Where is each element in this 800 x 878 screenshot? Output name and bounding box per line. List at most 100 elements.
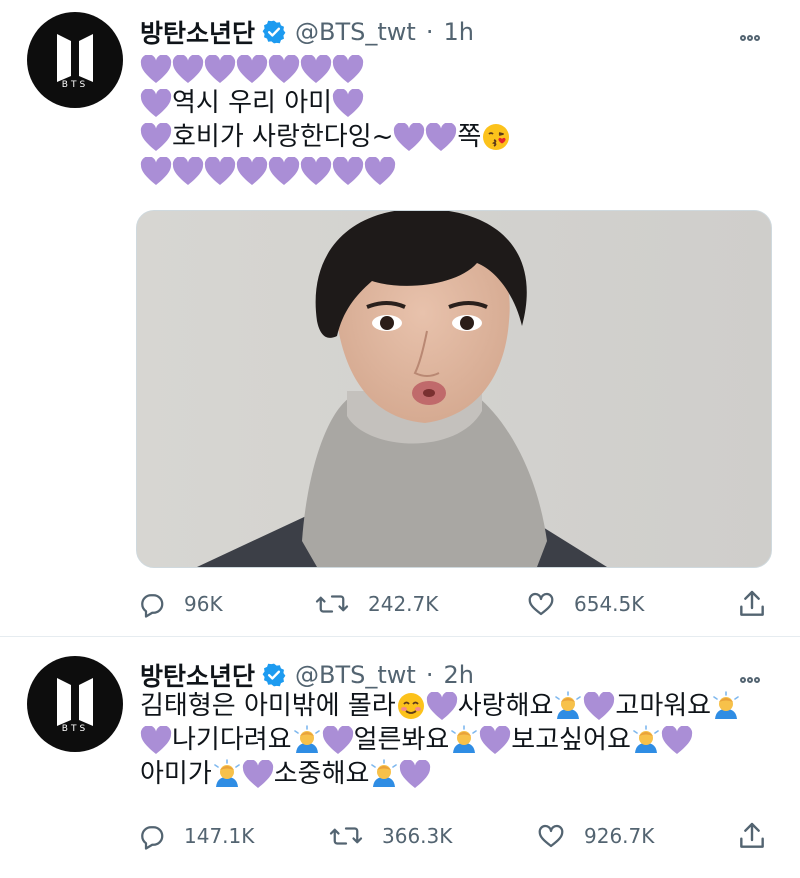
purple-heart-icon (140, 156, 172, 186)
tweet-text: 역시 우리 아미 호비가 사랑한다잉~ 쪽 (140, 52, 780, 188)
purple-heart-icon (332, 54, 364, 84)
text-segment: 사랑해요 (457, 691, 554, 721)
tweet-1[interactable]: BTS 방탄소년단 @BTS_twt · 1h 역시 우리 아미 호비가 사랑한… (0, 0, 800, 636)
tweet-text: 김태형은 아미밖에 몰라 사랑해요 고마워요 나기다려요 얼른봐요 보고싶어요 … (140, 689, 780, 791)
purple-heart-icon (172, 156, 204, 186)
purple-heart-icon (425, 122, 457, 152)
text-segment: 소중해요 (273, 759, 370, 789)
purple-heart-icon (268, 54, 300, 84)
avatar-label: BTS (61, 80, 89, 90)
purple-heart-icon (236, 156, 268, 186)
tweet-time[interactable]: 2h (443, 661, 473, 689)
purple-heart-icon (661, 725, 693, 755)
avatar[interactable]: BTS (27, 656, 123, 752)
person-bowing-icon (631, 725, 661, 755)
person-bowing-icon (212, 759, 242, 789)
purple-heart-icon (172, 54, 204, 84)
purple-heart-icon (268, 156, 300, 186)
tweet-actions: 96K 242.7K 654.5K (136, 589, 776, 619)
purple-heart-icon (393, 122, 425, 152)
retweet-button[interactable]: 242.7K (314, 589, 438, 619)
reply-count: 147.1K (184, 824, 255, 848)
reply-button[interactable]: 147.1K (136, 821, 254, 851)
like-icon (528, 592, 554, 616)
retweet-count: 242.7K (368, 592, 439, 616)
tweet-photo[interactable] (136, 210, 772, 568)
purple-heart-icon (204, 54, 236, 84)
account-name[interactable]: 방탄소년단 (140, 657, 255, 693)
purple-heart-icon (332, 88, 364, 118)
verified-badge-icon (262, 20, 286, 44)
like-count: 926.7K (584, 824, 655, 848)
more-icon[interactable] (740, 668, 770, 683)
tweet-header: 방탄소년단 @BTS_twt · 2h (140, 657, 474, 693)
person-bowing-icon (369, 759, 399, 789)
person-bowing-icon (711, 691, 741, 721)
retweet-icon (315, 595, 349, 613)
text-line-2: 나기다려요 얼른봐요 보고싶어요 (140, 723, 780, 757)
verified-badge-icon (262, 663, 286, 687)
kissing-face-icon (481, 122, 511, 152)
text-segment: 보고싶어요 (511, 725, 631, 755)
text-line-4 (140, 154, 780, 188)
like-icon (538, 824, 564, 848)
text-segment: 고마워요 (615, 691, 712, 721)
share-icon (740, 590, 764, 616)
reply-count: 96K (184, 592, 223, 616)
purple-heart-icon (236, 54, 268, 84)
text-segment: 얼른봐요 (353, 725, 450, 755)
purple-heart-icon (583, 691, 615, 721)
tweet-header: 방탄소년단 @BTS_twt · 1h (140, 14, 474, 50)
account-handle[interactable]: @BTS_twt (295, 18, 416, 46)
purple-heart-icon (322, 725, 354, 755)
share-button[interactable] (736, 821, 786, 851)
share-button[interactable] (736, 589, 786, 619)
like-button[interactable]: 926.7K (536, 821, 654, 851)
separator-dot: · (425, 18, 434, 46)
retweet-button[interactable]: 366.3K (328, 821, 452, 851)
text-segment: 역시 우리 아미 (172, 88, 333, 118)
reply-icon (141, 594, 164, 618)
like-count: 654.5K (574, 592, 645, 616)
text-line-1: 김태형은 아미밖에 몰라 사랑해요 고마워요 (140, 689, 780, 723)
person-bowing-icon (449, 725, 479, 755)
smiling-face-icon (396, 691, 426, 721)
reply-icon (141, 826, 164, 850)
purple-heart-icon (140, 54, 172, 84)
text-line-1 (140, 52, 780, 86)
text-segment: 아미가 (140, 759, 212, 789)
text-line-3: 호비가 사랑한다잉~ 쪽 (140, 120, 780, 154)
reply-button[interactable]: 96K (136, 589, 223, 619)
bts-logo-icon (57, 34, 93, 82)
account-handle[interactable]: @BTS_twt (295, 661, 416, 689)
retweet-icon (329, 827, 363, 845)
purple-heart-icon (399, 759, 431, 789)
person-bowing-icon (292, 725, 322, 755)
purple-heart-icon (332, 156, 364, 186)
text-line-3: 아미가 소중해요 (140, 757, 780, 791)
like-button[interactable]: 654.5K (526, 589, 644, 619)
tweet-time[interactable]: 1h (443, 18, 473, 46)
purple-heart-icon (479, 725, 511, 755)
bts-logo-icon (57, 678, 93, 726)
purple-heart-icon (140, 88, 172, 118)
text-segment: 쪽 (457, 122, 482, 152)
share-icon (740, 822, 764, 848)
account-name[interactable]: 방탄소년단 (140, 14, 255, 50)
purple-heart-icon (204, 156, 236, 186)
text-segment: 나기다려요 (172, 725, 292, 755)
separator-dot: · (425, 661, 434, 689)
text-segment: 김태형은 아미밖에 몰라 (140, 691, 396, 721)
purple-heart-icon (140, 122, 172, 152)
avatar[interactable]: BTS (27, 12, 123, 108)
person-bowing-icon (553, 691, 583, 721)
purple-heart-icon (140, 725, 172, 755)
purple-heart-icon (364, 156, 396, 186)
text-segment: 호비가 사랑한다잉~ (172, 122, 394, 152)
purple-heart-icon (300, 156, 332, 186)
text-line-2: 역시 우리 아미 (140, 86, 780, 120)
tweet-2[interactable]: BTS 방탄소년단 @BTS_twt · 2h 김태형은 아미밖에 몰라 사랑해… (0, 637, 800, 878)
more-icon[interactable] (740, 26, 770, 41)
purple-heart-icon (300, 54, 332, 84)
tweet-actions: 147.1K 366.3K 926.7K (136, 821, 776, 851)
